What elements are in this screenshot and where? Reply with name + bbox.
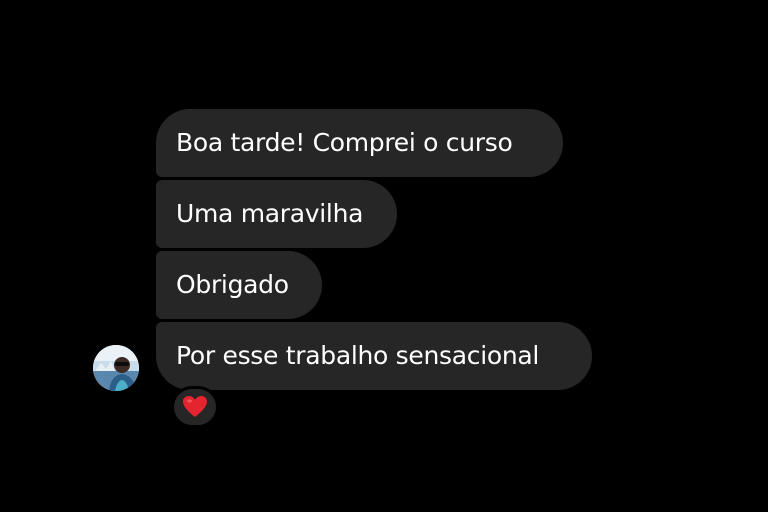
profile-photo-icon: [93, 345, 139, 391]
message-bubble[interactable]: Boa tarde! Comprei o curso: [156, 109, 563, 177]
chat-thread: Boa tarde! Comprei o curso Uma maravilha…: [0, 0, 768, 512]
red-heart-icon: [183, 396, 207, 417]
message-text: Uma maravilha: [176, 199, 364, 228]
message-bubble[interactable]: Uma maravilha: [156, 180, 397, 248]
avatar[interactable]: [93, 345, 139, 391]
message-text: Boa tarde! Comprei o curso: [176, 128, 513, 157]
message-bubble[interactable]: Obrigado: [156, 251, 322, 319]
message-text: Obrigado: [176, 270, 289, 299]
reaction-badge[interactable]: [171, 386, 219, 428]
message-text: Por esse trabalho sensacional: [176, 341, 540, 370]
message-bubble[interactable]: Por esse trabalho sensacional: [156, 322, 592, 390]
